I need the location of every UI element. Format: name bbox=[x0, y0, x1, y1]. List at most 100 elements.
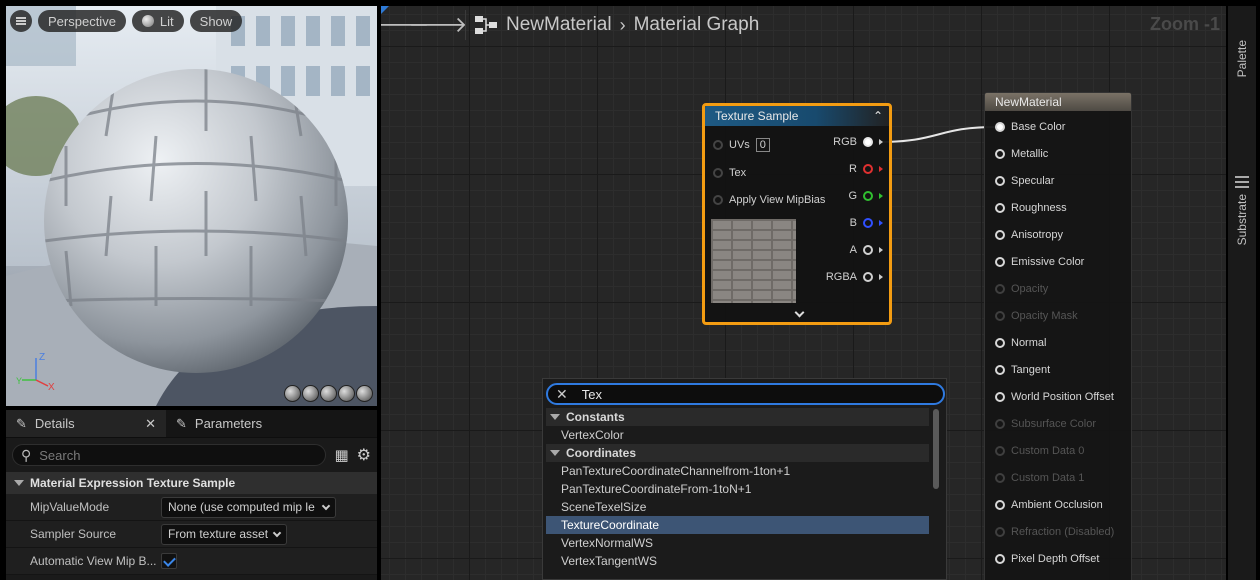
tab-details[interactable]: ✎ Details ✕ bbox=[6, 410, 166, 437]
material-input-pin[interactable]: Ambient Occlusion bbox=[995, 499, 1103, 511]
input-pin-tex[interactable]: Tex bbox=[713, 167, 746, 179]
material-preview-viewport[interactable]: Perspective Lit Show Z X Y bbox=[6, 6, 377, 406]
automatic-view-mip-bias-checkbox[interactable] bbox=[161, 553, 177, 569]
hamburger-icon bbox=[16, 17, 26, 25]
pin-label: Custom Data 1 bbox=[1011, 472, 1085, 484]
material-input-pin[interactable]: Anisotropy bbox=[995, 229, 1063, 241]
pin-label: Pixel Depth Offset bbox=[1011, 553, 1100, 565]
texture-sample-node[interactable]: Texture Sample ⌃ UVs 0 Tex Apply View Mi… bbox=[702, 103, 892, 325]
input-pin-icon bbox=[995, 311, 1005, 321]
expand-chevron-icon[interactable] bbox=[794, 307, 805, 318]
material-input-pin[interactable]: Roughness bbox=[995, 202, 1067, 214]
tab-parameters-label: Parameters bbox=[194, 416, 263, 431]
input-pin-icon bbox=[713, 140, 723, 150]
category-constants[interactable]: Constants bbox=[546, 408, 929, 426]
category-coordinates[interactable]: Coordinates bbox=[546, 444, 929, 462]
section-header-texture-sample[interactable]: Material Expression Texture Sample bbox=[6, 472, 377, 494]
input-pin-icon bbox=[713, 195, 723, 205]
property-row: Automatic View Mip B... bbox=[6, 548, 377, 575]
list-item-selected[interactable]: TextureCoordinate bbox=[546, 516, 929, 534]
pencil-icon: ✎ bbox=[176, 415, 187, 431]
cylinder-preview-icon[interactable] bbox=[284, 385, 301, 402]
material-input-pin[interactable]: Base Color bbox=[995, 121, 1065, 133]
sphere-preview-icon[interactable] bbox=[302, 385, 319, 402]
gear-icon[interactable]: ⚙ bbox=[357, 445, 371, 465]
pin-label: Base Color bbox=[1011, 121, 1066, 133]
input-pin-apply-view-mipbias[interactable]: Apply View MipBias bbox=[713, 194, 825, 206]
pin-label: Apply View MipBias bbox=[729, 194, 826, 206]
pin-arrow-icon bbox=[879, 247, 883, 253]
pin-label: Normal bbox=[1011, 337, 1047, 349]
list-item[interactable]: VertexColor bbox=[546, 426, 929, 444]
scrollbar[interactable] bbox=[933, 409, 939, 489]
list-item[interactable]: VertexNormalWS bbox=[546, 534, 929, 552]
collapse-up-icon[interactable]: ⌃ bbox=[873, 109, 883, 123]
output-pin-b[interactable]: B bbox=[850, 217, 883, 229]
pin-label: Roughness bbox=[1011, 202, 1067, 214]
input-pin-uvs[interactable]: UVs 0 bbox=[713, 138, 770, 152]
viewport-menu-button[interactable] bbox=[10, 10, 32, 32]
node-title: Texture Sample bbox=[715, 109, 799, 123]
list-item[interactable]: SceneTexelSize bbox=[546, 498, 929, 516]
pin-arrow-icon bbox=[879, 193, 883, 199]
property-row: Sampler Source From texture asset bbox=[6, 521, 377, 548]
input-pin-icon bbox=[995, 446, 1005, 456]
material-input-pin[interactable]: Emissive Color bbox=[995, 256, 1084, 268]
material-input-pin: Custom Data 1 bbox=[995, 472, 1084, 484]
output-pin-r[interactable]: R bbox=[849, 163, 883, 175]
input-pin-icon bbox=[995, 176, 1005, 186]
output-pin-rgb[interactable]: RGB bbox=[833, 136, 883, 148]
material-graph-canvas[interactable]: 🡐 🡒 NewMaterial › Material Graph Zoom -1… bbox=[381, 6, 1226, 580]
palette-tab[interactable]: Palette bbox=[1228, 40, 1256, 77]
material-input-pin[interactable]: Metallic bbox=[995, 148, 1048, 160]
list-item[interactable]: PanTextureCoordinateFrom-1toN+1 bbox=[546, 480, 929, 498]
property-row: MipValueMode None (use computed mip le bbox=[6, 494, 377, 521]
list-item[interactable]: PanTextureCoordinateChannelfrom-1ton+1 bbox=[546, 462, 929, 480]
pin-label: Refraction (Disabled) bbox=[1011, 526, 1115, 538]
output-pin-icon bbox=[863, 164, 873, 174]
close-tab-icon[interactable]: ✕ bbox=[145, 416, 156, 432]
input-pin-icon bbox=[995, 122, 1005, 132]
pin-label: B bbox=[849, 217, 857, 229]
pencil-icon: ✎ bbox=[16, 415, 27, 431]
collapse-triangle-icon bbox=[550, 414, 560, 420]
output-pin-icon bbox=[863, 191, 873, 201]
substrate-tab[interactable]: Substrate bbox=[1228, 176, 1256, 245]
output-pin-a[interactable]: A bbox=[850, 244, 883, 256]
material-result-node[interactable]: NewMaterial Base Color Metallic Specular Ro… bbox=[984, 92, 1132, 580]
details-search-input[interactable]: ⚲ Search bbox=[12, 444, 327, 466]
node-header[interactable]: Texture Sample ⌃ bbox=[705, 106, 889, 126]
material-input-pin[interactable]: Pixel Depth Offset bbox=[995, 553, 1099, 565]
perspective-button[interactable]: Perspective bbox=[38, 10, 126, 32]
custom-mesh-preview-icon[interactable] bbox=[356, 385, 373, 402]
cube-preview-icon[interactable] bbox=[338, 385, 355, 402]
output-pin-g[interactable]: G bbox=[848, 190, 883, 202]
dropdown-value: None (use computed mip le bbox=[168, 500, 315, 514]
input-pin-icon bbox=[995, 392, 1005, 402]
material-input-pin[interactable]: World Position Offset bbox=[995, 391, 1114, 403]
show-button[interactable]: Show bbox=[189, 10, 243, 32]
table-view-icon[interactable]: ▦ bbox=[334, 446, 348, 464]
material-input-pin[interactable]: Tangent bbox=[995, 364, 1050, 376]
input-pin-icon bbox=[995, 257, 1005, 267]
category-label: Constants bbox=[566, 410, 625, 424]
uv-index-field[interactable]: 0 bbox=[755, 138, 770, 152]
node-search-popup: ✕ Tex Constants VertexColor Coordinates … bbox=[542, 378, 947, 580]
sampler-source-dropdown[interactable]: From texture asset bbox=[161, 523, 288, 545]
pin-label: Anisotropy bbox=[1011, 229, 1063, 241]
material-input-pin[interactable]: Normal bbox=[995, 337, 1046, 349]
node-header[interactable]: NewMaterial bbox=[985, 93, 1131, 111]
lit-button[interactable]: Lit bbox=[131, 10, 184, 32]
plane-preview-icon[interactable] bbox=[320, 385, 337, 402]
output-pin-rgba[interactable]: RGBA bbox=[826, 271, 883, 283]
input-pin-icon bbox=[995, 203, 1005, 213]
mip-value-mode-dropdown[interactable]: None (use computed mip le bbox=[161, 496, 336, 518]
chevron-down-icon bbox=[321, 501, 331, 510]
node-search-input[interactable]: ✕ Tex bbox=[546, 383, 945, 405]
preview-mesh-selector bbox=[284, 385, 373, 402]
tab-parameters[interactable]: ✎ Parameters bbox=[166, 410, 272, 437]
material-input-pin: Subsurface Color bbox=[995, 418, 1096, 430]
material-input-pin[interactable]: Specular bbox=[995, 175, 1054, 187]
list-item[interactable]: VertexTangentWS bbox=[546, 552, 929, 570]
clear-search-icon[interactable]: ✕ bbox=[556, 386, 568, 403]
